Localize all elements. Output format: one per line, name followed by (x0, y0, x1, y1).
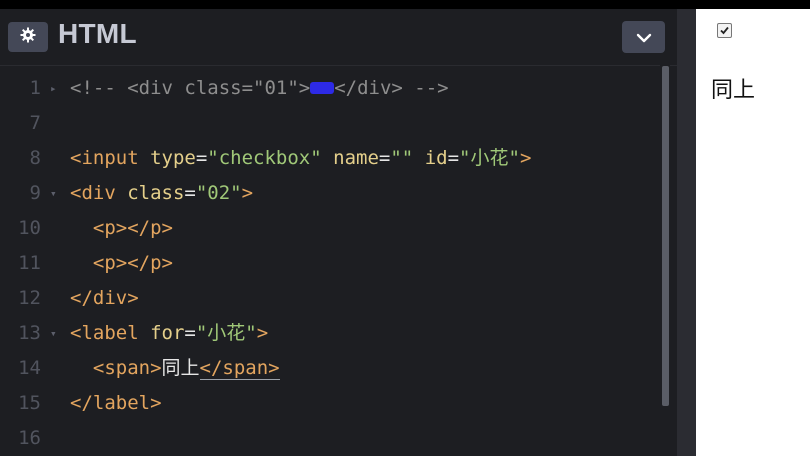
code-token: <span> (70, 357, 162, 379)
code-line[interactable]: 8 <input type="checkbox" name="" id="小花"> (0, 141, 660, 176)
line-number: 1 (29, 77, 41, 99)
line-number: 16 (18, 427, 41, 449)
line-number: 15 (18, 392, 41, 414)
line-number: 12 (18, 287, 41, 309)
code-area[interactable]: 1 ▸ <!-- <div class="01"> </div> --> 7 8 <inpu… (0, 66, 660, 456)
code-text: </div> (70, 281, 139, 316)
fold-toggle-icon[interactable]: ▸ (50, 71, 57, 106)
collapse-editor-button[interactable] (622, 21, 665, 53)
code-token: <p></p> (70, 252, 173, 274)
code-token: </span> (199, 357, 280, 380)
code-token: <label (70, 322, 151, 344)
code-token: </div> (70, 287, 139, 309)
code-token: = (447, 147, 460, 169)
panel-resize-divider[interactable] (677, 9, 696, 456)
code-token: "checkbox" (207, 147, 322, 169)
top-strip (0, 0, 810, 9)
code-token: > (519, 147, 532, 169)
checkmark-icon (719, 21, 730, 40)
code-token: <p></p> (70, 217, 173, 239)
code-token: = (184, 182, 196, 204)
chevron-down-icon (636, 28, 652, 47)
code-token: <input (70, 147, 151, 169)
line-number: 8 (29, 147, 41, 169)
code-line[interactable]: 11 <p></p> (0, 246, 660, 281)
line-number: 11 (18, 252, 41, 274)
preview-checkbox[interactable] (717, 23, 732, 38)
code-line[interactable]: 13 ▾ <label for="小花"> (0, 316, 660, 351)
code-line[interactable]: 14 <span>同上</span> (0, 351, 660, 386)
code-text: <!-- <div class="01"> </div> --> (70, 71, 449, 106)
editor-header: HTML (0, 9, 677, 66)
scrollbar-thumb[interactable] (662, 66, 669, 406)
code-text: <p></p> (70, 246, 173, 281)
code-line[interactable]: 7 (0, 106, 660, 141)
code-token: id (424, 147, 448, 169)
code-line[interactable]: 16 (0, 421, 660, 456)
code-text: <span>同上</span> (70, 351, 280, 386)
line-number: 13 (18, 322, 41, 344)
gear-icon (20, 27, 36, 47)
code-token: "小花" (459, 147, 520, 169)
code-text: <div class="02"> (70, 176, 253, 211)
code-line[interactable]: 12 </div> (0, 281, 660, 316)
code-text: <p></p> (70, 211, 173, 246)
line-number: 9 (29, 182, 41, 204)
line-number: 10 (18, 217, 41, 239)
code-token: <div (70, 182, 128, 204)
code-token: "02" (195, 182, 242, 204)
code-token: </label> (70, 392, 162, 414)
code-token: > (241, 182, 254, 204)
preview-pane: 同上 (696, 9, 810, 456)
code-token: </div> --> (334, 77, 449, 99)
code-token: <!-- <div class="01"> (70, 77, 311, 99)
code-token: class (127, 182, 185, 204)
preview-label[interactable]: 同上 (711, 72, 755, 104)
code-token: "小花" (195, 322, 257, 344)
code-line[interactable]: 9 ▾ <div class="02"> (0, 176, 660, 211)
code-token: 同上 (161, 357, 200, 379)
code-text: </label> (70, 386, 162, 421)
code-line[interactable]: 10 <p></p> (0, 211, 660, 246)
code-text: <label for="小花"> (70, 316, 268, 351)
code-line[interactable]: 15 </label> (0, 386, 660, 421)
code-line[interactable]: 1 ▸ <!-- <div class="01"> </div> --> (0, 71, 660, 106)
fold-toggle-icon[interactable]: ▾ (50, 176, 57, 211)
settings-button[interactable] (8, 22, 48, 52)
code-token: = (195, 147, 208, 169)
code-token: name (333, 147, 379, 169)
code-token: type (150, 147, 196, 169)
code-token: = (378, 147, 391, 169)
code-token: for (150, 322, 185, 344)
code-token: "" (390, 147, 414, 169)
collapsed-fold-marker[interactable] (310, 81, 335, 94)
code-token: = (184, 322, 196, 344)
html-editor-panel: HTML 1 ▸ <!-- <div class="01"> </div> --> 7 8… (0, 9, 677, 456)
line-number: 7 (29, 112, 41, 134)
line-number: 14 (18, 357, 41, 379)
code-token: > (256, 322, 269, 344)
editor-title: HTML (58, 18, 137, 49)
code-text: <input type="checkbox" name="" id="小花"> (70, 141, 531, 176)
fold-toggle-icon[interactable]: ▾ (50, 316, 57, 351)
